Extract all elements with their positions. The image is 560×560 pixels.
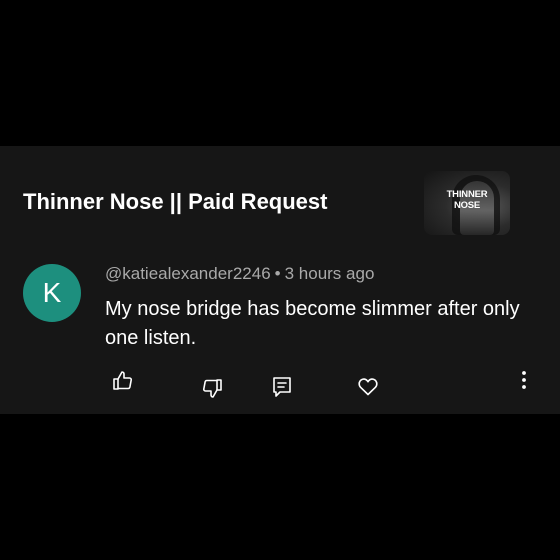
comment-author[interactable]: @katiealexander2246 [105,264,271,283]
thumbnail-caption-line2: NOSE [453,200,481,211]
heart-icon[interactable] [356,374,380,398]
comment-time: 3 hours ago [284,264,375,283]
thumbnail-caption-line1: THINNER [446,189,488,200]
avatar[interactable]: K [23,264,81,322]
more-vertical-icon[interactable] [512,368,536,392]
video-thumbnail[interactable]: THINNER NOSE [424,171,510,235]
reply-icon[interactable] [270,375,294,399]
thumbs-down-icon[interactable] [200,376,224,400]
thumbs-up-icon[interactable] [111,369,135,393]
comment-meta: @katiealexander2246 • 3 hours ago [105,264,374,284]
meta-separator: • [274,264,281,283]
comment-text: My nose bridge has become slimmer after … [105,298,520,349]
thumbnail-caption: THINNER NOSE [424,189,510,211]
video-title[interactable]: Thinner Nose || Paid Request [23,189,327,215]
